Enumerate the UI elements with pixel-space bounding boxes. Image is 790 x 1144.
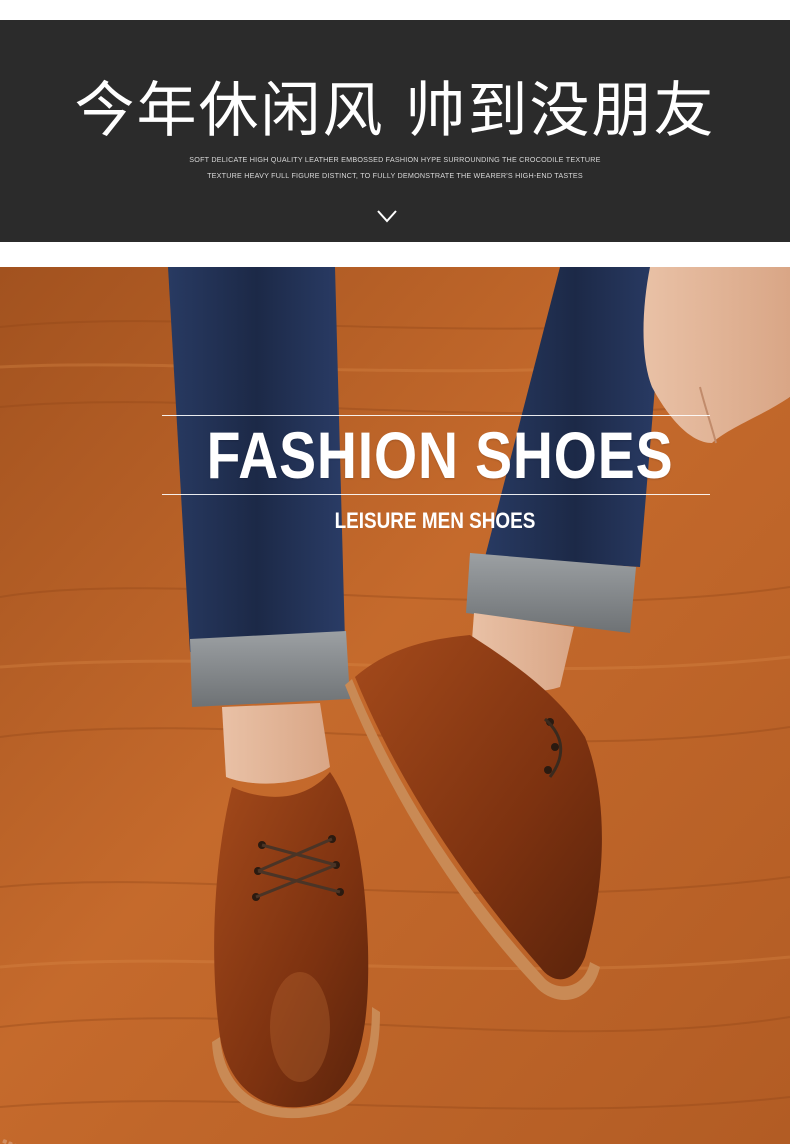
banner-description-line-2: TEXTURE HEAVY FULL FIGURE DISTINCT, TO F… — [207, 171, 583, 180]
product-illustration — [0, 267, 790, 1144]
chevron-down-icon — [377, 210, 397, 223]
headline-bottom-rule — [162, 494, 710, 495]
product-detail-page: 今年休闲风 帅到没朋友 SOFT DELICATE HIGH QUALITY L… — [0, 0, 790, 1144]
product-photo: FASHION SHOES LEISURE MEN SHOES — [0, 267, 790, 1144]
banner-title: 今年休闲风 帅到没朋友 — [74, 76, 716, 146]
hero-subhead: LEISURE MEN SHOES — [334, 508, 536, 533]
header-banner: 今年休闲风 帅到没朋友 SOFT DELICATE HIGH QUALITY L… — [0, 20, 790, 242]
banner-description-line-1: SOFT DELICATE HIGH QUALITY LEATHER EMBOS… — [189, 155, 601, 164]
hero-headline: FASHION SHOES — [206, 418, 674, 492]
